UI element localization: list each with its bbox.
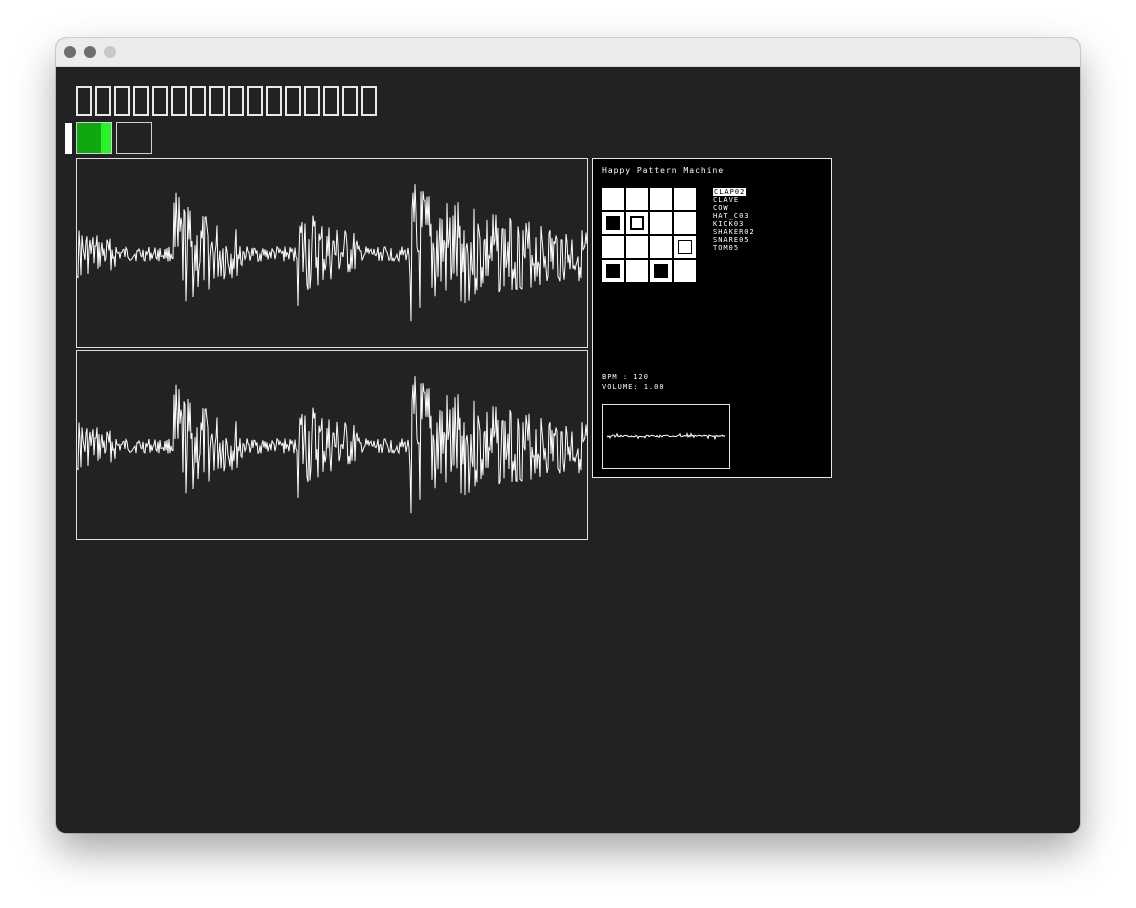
oscilloscope-panel	[602, 404, 730, 469]
maximize-window-icon[interactable]	[104, 46, 116, 58]
missing-glyph-box	[304, 86, 320, 116]
pattern-cell[interactable]	[650, 188, 672, 210]
oscilloscope-plot	[606, 432, 726, 441]
missing-glyph-box	[247, 86, 263, 116]
missing-glyph-box	[114, 86, 130, 116]
sample-item[interactable]: SHAKER02	[713, 228, 755, 236]
pattern-cell[interactable]	[626, 260, 648, 282]
pattern-step-marker	[678, 240, 692, 254]
missing-glyph-box	[76, 86, 92, 116]
sample-item[interactable]: CLAVE	[713, 196, 739, 204]
pattern-step-marker	[606, 264, 620, 278]
missing-glyph-box	[323, 86, 339, 116]
pattern-cell[interactable]	[674, 188, 696, 210]
missing-glyph-box	[152, 86, 168, 116]
pattern-cell[interactable]	[674, 236, 696, 258]
waveform-left-plot	[77, 184, 588, 322]
pattern-machine-panel: Happy Pattern Machine CLAP02 CLAVE COW HAT_…	[592, 158, 832, 478]
missing-glyph-box	[95, 86, 111, 116]
missing-glyph-box	[342, 86, 358, 116]
pattern-cell[interactable]	[602, 188, 624, 210]
pattern-cell[interactable]	[602, 236, 624, 258]
sample-item[interactable]: SNARE05	[713, 236, 750, 244]
pattern-step-marker	[654, 264, 668, 278]
pattern-cell[interactable]	[650, 236, 672, 258]
stop-button[interactable]	[116, 122, 152, 154]
pattern-cell[interactable]	[650, 260, 672, 282]
waveform-line	[77, 184, 588, 322]
waveform-right-plot	[77, 376, 588, 514]
missing-glyph-box	[133, 86, 149, 116]
bpm-readout: BPM : 120	[602, 373, 649, 381]
play-button[interactable]	[76, 122, 112, 154]
cursor-indicator	[65, 123, 72, 154]
sample-item[interactable]: TOM05	[713, 244, 739, 252]
pattern-grid	[602, 188, 698, 284]
missing-glyph-box	[228, 86, 244, 116]
missing-glyph-box	[171, 86, 187, 116]
waveform-right-panel	[76, 350, 588, 540]
pattern-cell[interactable]	[650, 212, 672, 234]
sample-item[interactable]: CLAP02	[713, 188, 747, 196]
sample-item[interactable]: COW	[713, 204, 729, 212]
waveform-left-panel	[76, 158, 588, 348]
missing-glyph-box	[190, 86, 206, 116]
pattern-cell[interactable]	[626, 212, 648, 234]
pattern-step-marker	[630, 216, 644, 230]
missing-glyph-box	[361, 86, 377, 116]
pattern-step-marker	[606, 216, 620, 230]
oscilloscope-line	[606, 432, 726, 441]
missing-glyph-box	[209, 86, 225, 116]
missing-glyph-box	[285, 86, 301, 116]
volume-readout: VOLUME: 1.00	[602, 383, 665, 391]
title-bar	[56, 38, 1080, 67]
pattern-cell[interactable]	[626, 236, 648, 258]
pattern-cell[interactable]	[626, 188, 648, 210]
app-window: Happy Pattern Machine CLAP02 CLAVE COW HAT_…	[56, 38, 1080, 833]
sample-item[interactable]: HAT_C03	[713, 212, 750, 220]
waveform-line	[77, 376, 588, 514]
pattern-cell[interactable]	[602, 260, 624, 282]
missing-glyph-title	[76, 86, 379, 116]
minimize-window-icon[interactable]	[84, 46, 96, 58]
sample-list: CLAP02 CLAVE COW HAT_C03 KICK03 SHAKER02 SNARE…	[713, 188, 755, 252]
pattern-cell[interactable]	[674, 212, 696, 234]
missing-glyph-box	[266, 86, 282, 116]
sample-item[interactable]: KICK03	[713, 220, 744, 228]
close-window-icon[interactable]	[64, 46, 76, 58]
play-progress-fill	[100, 123, 111, 153]
machine-title: Happy Pattern Machine	[602, 166, 725, 175]
app-content: Happy Pattern Machine CLAP02 CLAVE COW HAT_…	[56, 66, 1080, 833]
pattern-cell[interactable]	[602, 212, 624, 234]
pattern-cell[interactable]	[674, 260, 696, 282]
